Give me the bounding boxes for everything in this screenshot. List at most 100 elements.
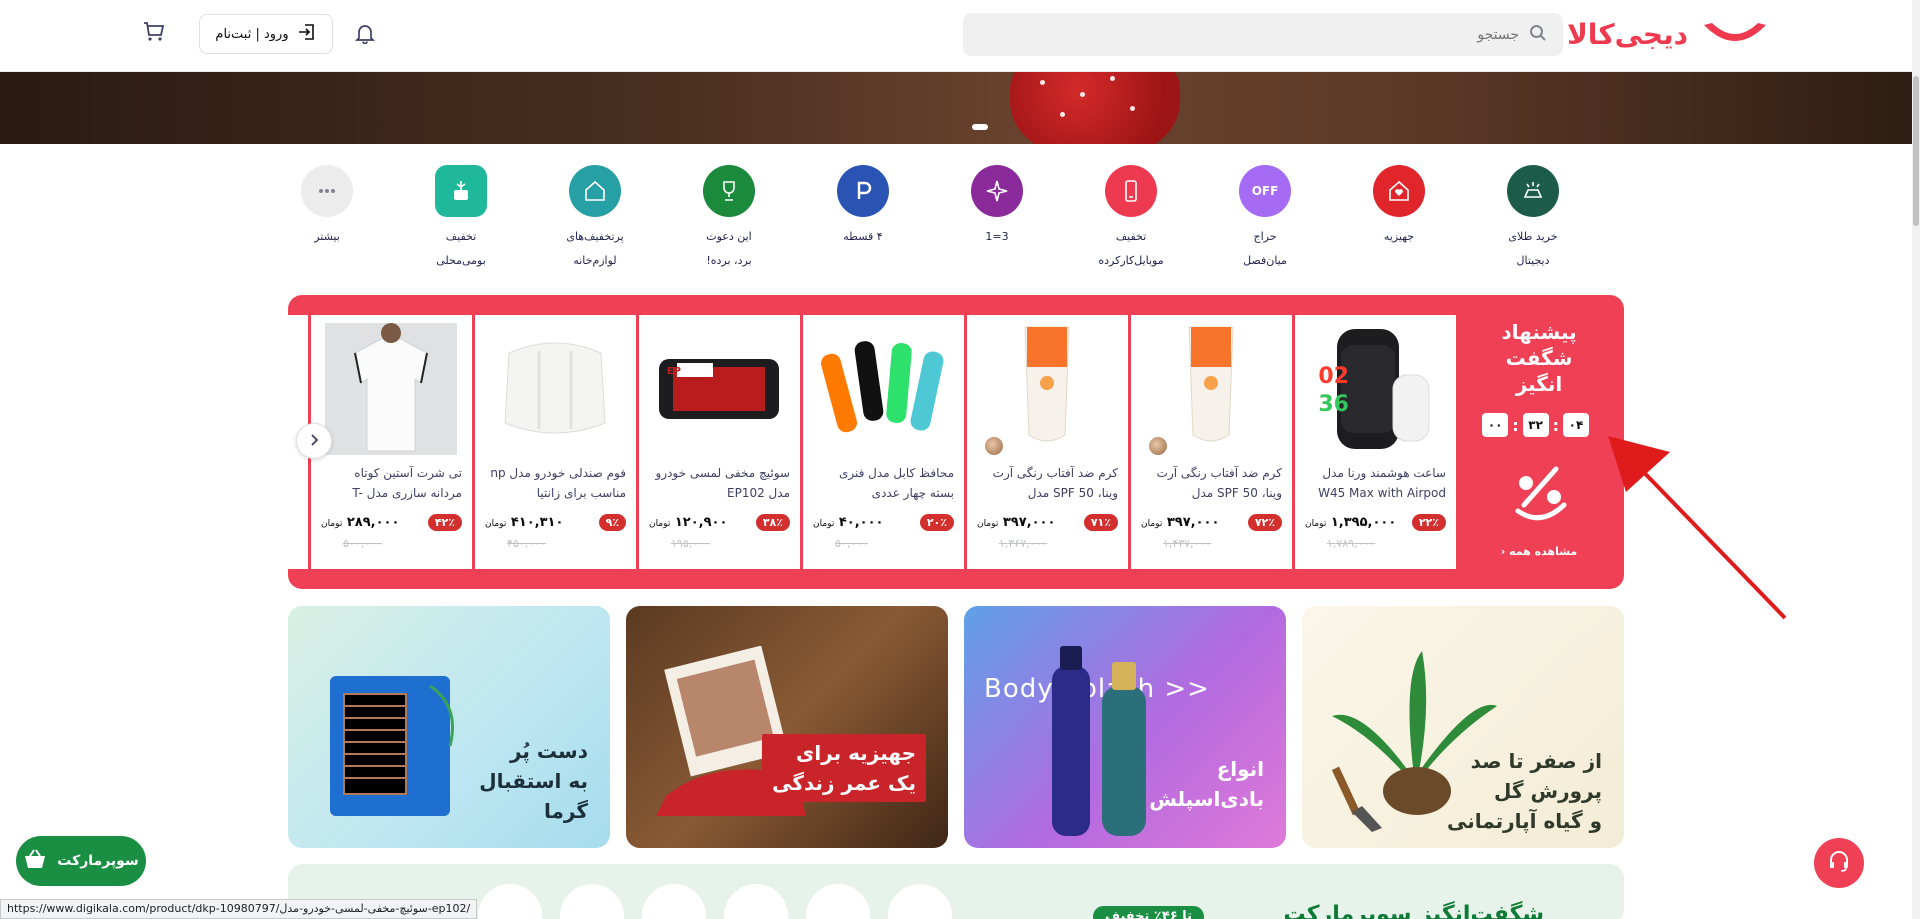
strip-product-image[interactable] <box>642 884 706 919</box>
price-value: ۴۱۰,۳۱۰ <box>510 515 564 530</box>
login-icon <box>297 22 317 46</box>
banner-line: گرما <box>544 799 588 823</box>
discount-badge: ۷۲٪ <box>1247 514 1282 531</box>
currency: تومان <box>1141 519 1163 529</box>
status-bar-url: https://www.digikala.com/product/dkp-109… <box>0 899 478 919</box>
svg-text:EP: EP <box>667 366 681 377</box>
see-all-link[interactable]: مشاهده همه ‹ <box>1474 545 1604 558</box>
price-value: ۳۹۷,۰۰۰ <box>1002 515 1056 530</box>
product-name: کرم ضد آفتاب رنگی آرت وینا، SPF 50 مدل آ… <box>1156 466 1282 500</box>
category-3for1[interactable]: 3=1 <box>930 165 1064 249</box>
strip-product-image[interactable] <box>806 884 870 919</box>
product-name: تی شرت آستین کوتاه مردانه سازری مدل T-3.… <box>352 466 462 500</box>
slider-indicator[interactable] <box>972 124 988 130</box>
product-price: ۲۸۹,۰۰۰ تومان <box>321 515 399 530</box>
product-card[interactable]: EP سوئیچ مخفی لمسی خودرو مدل EP102 ۳۸٪ ۱… <box>639 315 800 569</box>
discount-badge: ۹٪ <box>598 514 626 531</box>
category-local[interactable]: تخفیف بومی‌محلی <box>394 165 528 273</box>
old-price: ۵۰۰,۰۰۰ <box>343 537 382 550</box>
login-button[interactable]: ورود | ثبت‌نام <box>199 14 333 54</box>
price-value: ۴۰,۰۰۰ <box>838 515 884 530</box>
promo-banner-dowry[interactable]: جهیزیه برای یک عمر زندگی <box>626 606 948 848</box>
percent-icon <box>1506 461 1576 535</box>
category-label: خرید طلای <box>1508 230 1558 243</box>
category-label: 3=1 <box>985 230 1009 243</box>
page: دیجی‌کالا ورود | ثبت‌نام <box>0 0 1920 919</box>
hero-image <box>1010 72 1180 144</box>
scrollbar[interactable] <box>1912 0 1920 919</box>
product-card[interactable]: محافظ کابل مدل فنری بسته چهار عددی ۲۰٪ ۴… <box>803 315 964 569</box>
title-line: شگفت <box>1505 346 1573 370</box>
category-sale[interactable]: OFF حراج میان‌فصل <box>1198 165 1332 273</box>
see-all-label: مشاهده همه <box>1509 545 1578 558</box>
chevron-right-icon <box>307 432 321 451</box>
logo[interactable]: دیجی‌کالا <box>1567 14 1770 54</box>
currency: تومان <box>485 519 507 529</box>
gold-icon <box>1507 165 1559 217</box>
product-card[interactable]: کرم ضد آفتاب رنگی آرت وینا، SPF 50 مدل آ… <box>1131 315 1292 569</box>
title-line: انگیز <box>1515 372 1563 396</box>
old-price: ۱,۷۸۹,۰۰۰ <box>1327 537 1376 550</box>
supermarket-button[interactable]: سوپرمارکت <box>16 836 146 886</box>
promo-banner-plants[interactable]: از صفر تا صد پرورش گل و گیاه آپارتمانی <box>1302 606 1624 848</box>
supermarket-offer-strip[interactable]: شگفت‌انگیز سوپرمارکت تا ۴۶٪ تخفیف <box>288 864 1624 919</box>
promo-banner-body-splash[interactable]: Body Splash >> انواع بادی‌اسپلش <box>964 606 1286 848</box>
sparkle-icon <box>971 165 1023 217</box>
search-bar[interactable] <box>963 13 1563 56</box>
category-label: تخفیف <box>1115 230 1147 243</box>
support-button[interactable] <box>1814 838 1864 888</box>
product-price: ۴۱۰,۳۱۰ تومان <box>485 515 563 530</box>
currency: تومان <box>977 519 999 529</box>
banner-line: انواع <box>1216 757 1264 781</box>
strip-product-image[interactable] <box>478 884 542 919</box>
notifications-button[interactable] <box>351 21 379 49</box>
banner-text: از صفر تا صد پرورش گل و گیاه آپارتمانی <box>1447 746 1602 836</box>
more-icon <box>301 165 353 217</box>
category-label: بیشتر <box>314 230 340 243</box>
mobile-icon <box>1105 165 1157 217</box>
category-more[interactable]: بیشتر <box>260 165 394 249</box>
price-value: ۱۲۰,۹۰۰ <box>674 515 728 530</box>
product-card[interactable]: فوم صندلی خودرو مدل np مناسب برای زانتیا… <box>475 315 636 569</box>
timer-seconds: ۰۰ <box>1482 413 1509 437</box>
house-icon <box>569 165 621 217</box>
category-sublabel: دیجیتال <box>1516 254 1550 267</box>
product-price: ۳۹۷,۰۰۰ تومان <box>977 515 1055 530</box>
strip-product-image[interactable] <box>888 884 952 919</box>
strip-title: شگفت‌انگیز سوپرمارکت <box>1283 902 1544 919</box>
category-home-appliances[interactable]: پرتخفیف‌های لوازم‌خانه <box>528 165 662 273</box>
home-heart-icon <box>1373 165 1425 217</box>
discount-badge: ۲۲٪ <box>1411 514 1446 531</box>
product-card[interactable]: 02 36 ساعت هوشمند ورنا مدل W45 Max with A… <box>1295 315 1456 569</box>
product-card[interactable]: کرم ضد آفتاب رنگی آرت وینا، SPF 50 مدل آ… <box>967 315 1128 569</box>
category-used-mobile[interactable]: تخفیف موبایل‌کارکرده <box>1064 165 1198 273</box>
title-line: پیشنهاد <box>1501 320 1577 344</box>
amazing-offer-header[interactable]: پیشنهاد شگفت انگیز ۰۰ : ۳۲ : ۰۴ مشاهده ه… <box>1456 295 1624 589</box>
scrollbar-thumb[interactable] <box>1913 76 1919 226</box>
category-invite[interactable]: این دعوت برد، برده! <box>662 165 796 273</box>
currency: تومان <box>321 519 343 529</box>
carousel-next-button[interactable] <box>296 423 332 459</box>
search-input[interactable] <box>999 26 1519 43</box>
product-card[interactable]: تی شرت آستین کوتاه مردانه سازری مدل T-3.… <box>311 315 472 569</box>
category-dowry[interactable]: جهیزیه <box>1332 165 1466 249</box>
product-image: 02 36 <box>1309 323 1441 455</box>
smile-logo-icon <box>1700 19 1770 49</box>
category-gold[interactable]: خرید طلای دیجیتال <box>1466 165 1600 273</box>
category-shortcuts: خرید طلای دیجیتال جهیزیه OFF حراج میان‌ف… <box>301 165 1600 275</box>
product-price: ۱۲۰,۹۰۰ تومان <box>649 515 727 530</box>
discount-badge: ۷۱٪ <box>1083 514 1118 531</box>
cart-button[interactable] <box>140 20 168 48</box>
annotation-arrow-icon <box>1608 436 1787 620</box>
local-product-icon <box>435 165 487 217</box>
old-price: ۱۹۵,۰۰۰ <box>671 537 710 550</box>
category-installments[interactable]: ۴ قسطه <box>796 165 930 249</box>
strip-product-image[interactable] <box>560 884 624 919</box>
cart-icon <box>142 20 166 48</box>
price-value: ۱,۳۹۵,۰۰۰ <box>1330 515 1397 530</box>
hero-banner[interactable] <box>0 72 1912 144</box>
discount-badge: ۲۰٪ <box>919 514 954 531</box>
promo-banner-cooler[interactable]: دست پُر به استقبال گرما <box>288 606 610 848</box>
strip-product-image[interactable] <box>724 884 788 919</box>
price-value: ۲۸۹,۰۰۰ <box>346 515 400 530</box>
